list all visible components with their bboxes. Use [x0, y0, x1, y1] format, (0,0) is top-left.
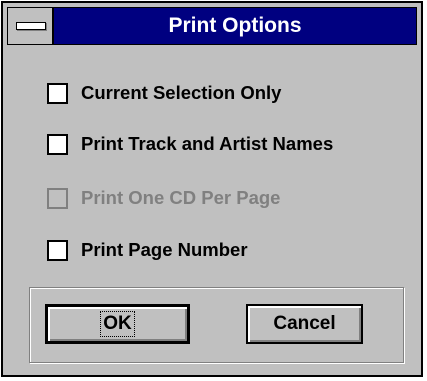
- option-print-one-cd-per-page: Print One CD Per Page: [47, 185, 280, 211]
- print-page-number-label[interactable]: Print Page Number: [81, 239, 248, 261]
- print-one-cd-per-page-checkbox: [47, 187, 68, 209]
- option-print-page-number[interactable]: Print Page Number: [47, 237, 248, 263]
- current-selection-only-checkbox[interactable]: [47, 82, 68, 104]
- dialog-title: Print Options: [168, 14, 302, 37]
- ok-button[interactable]: OK: [45, 304, 190, 344]
- option-print-track-and-artist-names[interactable]: Print Track and Artist Names: [47, 131, 333, 157]
- print-options-dialog: Print Options Current Selection Only Pri…: [1, 1, 423, 377]
- option-current-selection-only[interactable]: Current Selection Only: [47, 80, 281, 106]
- ok-button-label: OK: [100, 311, 135, 337]
- print-one-cd-per-page-label: Print One CD Per Page: [81, 187, 281, 208]
- system-menu-button[interactable]: [8, 8, 54, 44]
- print-page-number-checkbox[interactable]: [47, 239, 68, 261]
- cancel-button[interactable]: Cancel: [246, 304, 363, 344]
- print-track-and-artist-names-checkbox[interactable]: [47, 133, 68, 155]
- system-menu-icon: [16, 22, 46, 30]
- cancel-button-label: Cancel: [273, 313, 336, 334]
- title-bar[interactable]: Print Options: [7, 7, 417, 45]
- print-track-and-artist-names-label[interactable]: Print Track and Artist Names: [81, 133, 333, 155]
- current-selection-only-label[interactable]: Current Selection Only: [81, 82, 281, 104]
